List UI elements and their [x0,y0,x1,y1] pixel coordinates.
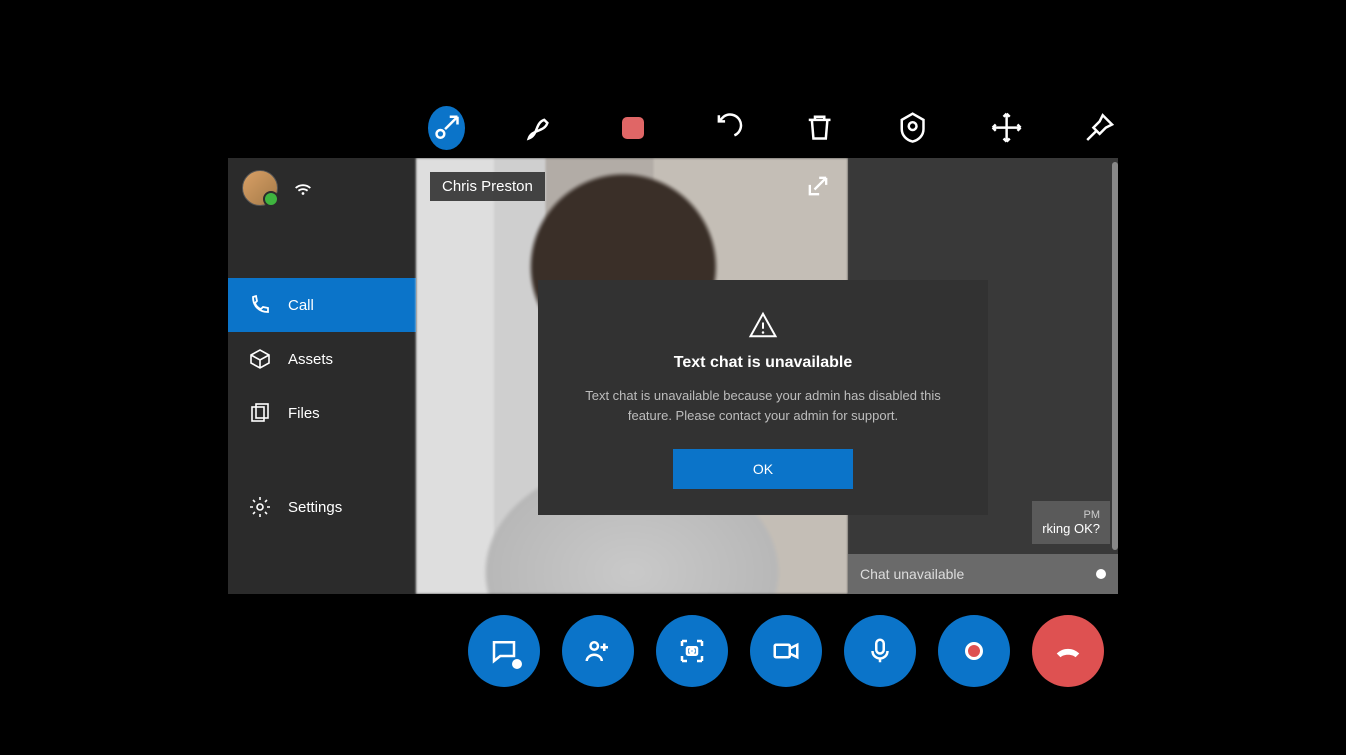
modal-body: Text chat is unavailable because your ad… [566,386,960,425]
warning-icon [748,310,778,340]
chat-status-dot [1096,569,1106,579]
chat-scrollbar[interactable] [1112,162,1118,550]
chat-unavailable-modal: Text chat is unavailable Text chat is un… [538,280,988,515]
sidebar-nav: Call Assets Files Settings [228,278,416,534]
sidebar-item-call[interactable]: Call [228,278,416,332]
record-button[interactable] [938,615,1010,687]
stop-tool-button[interactable] [615,106,652,150]
sidebar-item-label: Files [288,405,320,422]
modal-title: Text chat is unavailable [566,354,960,372]
chat-input-row: Chat unavailable [848,554,1118,594]
network-icon[interactable] [292,177,314,199]
chat-message-text: rking OK? [1042,521,1100,536]
sidebar-header [228,158,416,218]
pin-tool-button[interactable] [1081,106,1118,150]
sidebar-item-label: Assets [288,351,333,368]
add-participant-button[interactable] [562,615,634,687]
chat-message: PM rking OK? [1032,501,1110,544]
capture-button[interactable] [656,615,728,687]
target-tool-button[interactable] [894,106,931,150]
chat-input-placeholder: Chat unavailable [860,566,964,582]
undo-tool-button[interactable] [708,106,745,150]
sidebar-item-assets[interactable]: Assets [228,332,416,386]
arrow-tool-button[interactable] [428,106,465,150]
call-control-bar [468,615,1104,687]
move-tool-button[interactable] [988,106,1025,150]
avatar[interactable] [242,170,278,206]
files-icon [248,401,272,425]
chat-notification-dot [512,659,522,669]
chat-message-time: PM [1042,509,1100,521]
sidebar-item-label: Settings [288,499,342,516]
modal-ok-button[interactable]: OK [673,449,853,489]
sidebar: Call Assets Files Settings [228,158,416,594]
detach-button[interactable] [804,172,832,200]
gear-icon [248,495,272,519]
video-button[interactable] [750,615,822,687]
hangup-button[interactable] [1032,615,1104,687]
annotation-toolbar [228,98,1118,158]
sidebar-item-settings[interactable]: Settings [228,480,416,534]
box-icon [248,347,272,371]
sidebar-item-files[interactable]: Files [228,386,416,440]
record-icon [965,642,983,660]
chat-button[interactable] [468,615,540,687]
delete-tool-button[interactable] [801,106,838,150]
stop-icon [622,117,644,139]
contact-name-label: Chris Preston [430,172,545,201]
phone-icon [248,293,272,317]
sidebar-item-label: Call [288,297,314,314]
mic-button[interactable] [844,615,916,687]
ink-tool-button[interactable] [521,106,558,150]
